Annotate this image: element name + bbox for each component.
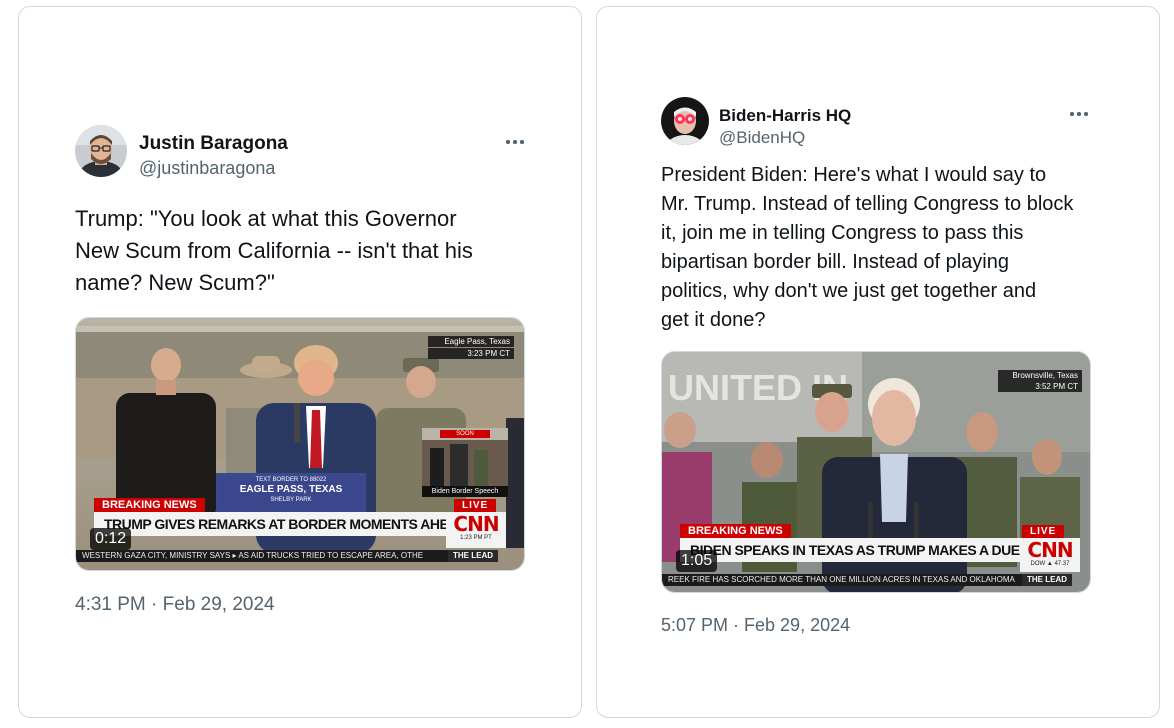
- more-options-icon[interactable]: [1067, 107, 1091, 121]
- tweet-header: Justin Baragona @justinbaragona: [75, 125, 527, 179]
- display-name[interactable]: Justin Baragona: [139, 132, 288, 156]
- author-names: Justin Baragona @justinbaragona: [139, 132, 288, 180]
- podium-top: TEXT BORDER TO 88022: [255, 477, 327, 483]
- news-ticker: REEK FIRE HAS SCORCHED MORE THAN ONE MIL…: [662, 574, 1024, 586]
- video-duration: 1:05: [676, 550, 718, 572]
- location-label: Eagle Pass, Texas: [428, 336, 514, 347]
- tweet-text: President Biden: Here's what I would say…: [661, 164, 1074, 331]
- tweet-card[interactable]: Biden-Harris HQ @BidenHQ President Biden…: [596, 6, 1160, 718]
- chyron-headline: TRUMP GIVES REMARKS AT BORDER MOMENTS AH…: [94, 512, 456, 536]
- avatar[interactable]: [75, 125, 127, 177]
- more-options-icon[interactable]: [503, 135, 527, 149]
- podium-sign: TEXT BORDER TO 88022 EAGLE PASS, TEXAS S…: [218, 476, 364, 510]
- chyron-headline: BIDEN SPEAKS IN TEXAS AS TRUMP MAKES A D…: [680, 538, 1030, 562]
- show-name: THE LEAD: [1022, 574, 1072, 586]
- podium-main: EAGLE PASS, TEXAS: [239, 484, 343, 495]
- inset-soon: SOON: [440, 430, 490, 438]
- avatar-laser-eyes-icon: [661, 97, 709, 145]
- tweet-timestamp[interactable]: 5:07 PM · Feb 29, 2024: [661, 613, 1091, 637]
- location-time: 3:52 PM CT: [998, 381, 1082, 392]
- location-label: Brownsville, Texas: [998, 370, 1082, 381]
- podium-bottom: SHELBY PARK: [270, 497, 312, 503]
- tweet: Justin Baragona @justinbaragona Trump: "…: [75, 125, 527, 617]
- news-ticker: WESTERN GAZA CITY, MINISTRY SAYS ▸ AS AI…: [76, 550, 452, 562]
- live-badge: LIVE: [1022, 525, 1065, 538]
- show-name: THE LEAD: [448, 550, 498, 562]
- handle[interactable]: @justinbaragona: [139, 156, 288, 180]
- breaking-news-label: BREAKING NEWS: [94, 498, 205, 512]
- tweet-card[interactable]: Justin Baragona @justinbaragona Trump: "…: [18, 6, 582, 718]
- live-badge: LIVE: [454, 499, 497, 512]
- avatar[interactable]: [661, 97, 709, 145]
- display-name[interactable]: Biden-Harris HQ: [719, 105, 851, 127]
- cnn-logo: CNN: [453, 512, 499, 536]
- author-names: Biden-Harris HQ @BidenHQ: [719, 105, 851, 149]
- handle[interactable]: @BidenHQ: [719, 127, 851, 149]
- network-box: CNN 1:23 PM PT: [446, 512, 506, 548]
- video-player[interactable]: UNITED IN Brownsville, Texas 3:52 PM CT …: [661, 351, 1091, 593]
- video-player[interactable]: Eagle Pass, Texas 3:23 PM CT SOON Biden …: [75, 317, 525, 571]
- avatar-man-glasses-icon: [75, 125, 127, 177]
- video-duration: 0:12: [90, 528, 132, 550]
- network-box: CNN DOW ▲ 47.37: [1020, 538, 1080, 572]
- tweet: Biden-Harris HQ @BidenHQ President Biden…: [661, 97, 1091, 637]
- breaking-news-label: BREAKING NEWS: [680, 524, 791, 538]
- tweet-header: Biden-Harris HQ @BidenHQ: [661, 97, 1091, 151]
- inset-label: Biden Border Speech: [422, 486, 508, 497]
- location-time: 3:23 PM CT: [428, 348, 514, 359]
- tweet-text: Trump: "You look at what this Governor N…: [75, 206, 473, 295]
- tweet-timestamp[interactable]: 4:31 PM · Feb 29, 2024: [75, 593, 527, 617]
- cnn-logo: CNN: [1027, 538, 1073, 562]
